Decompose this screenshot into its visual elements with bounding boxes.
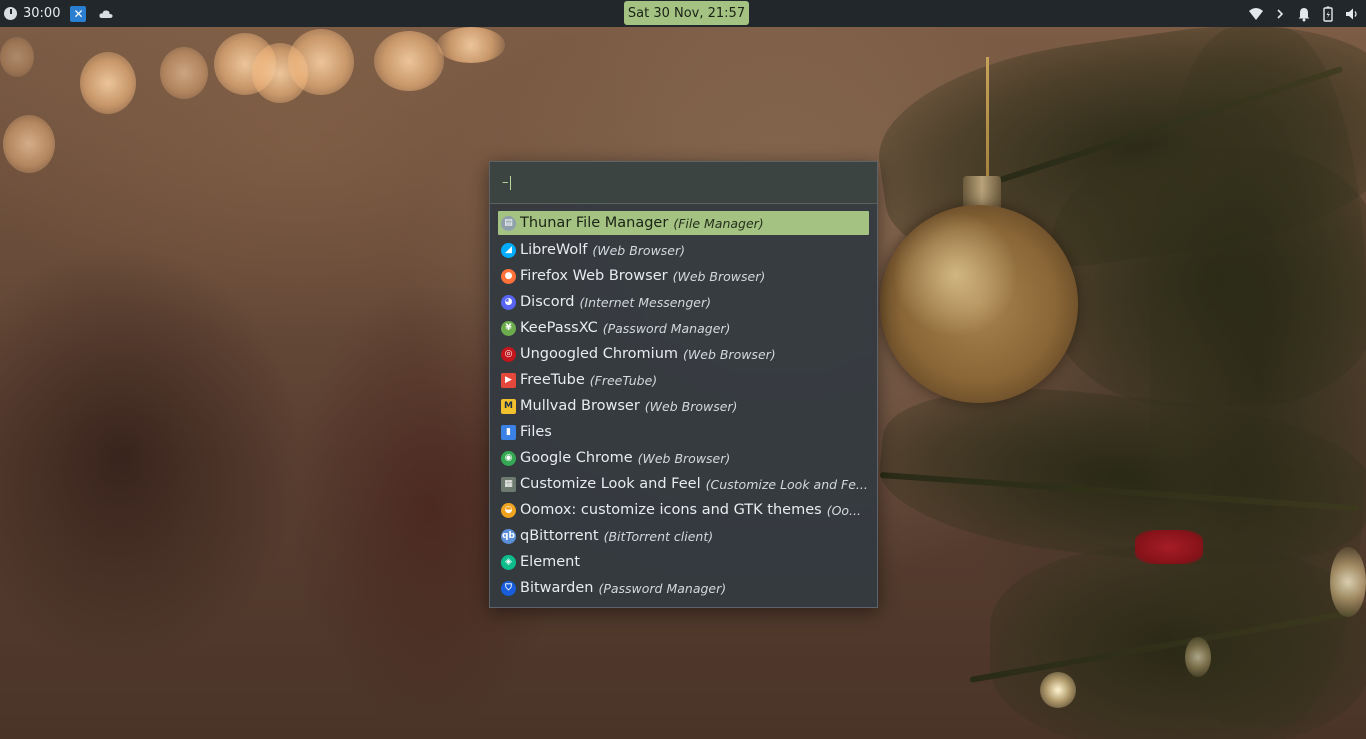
launcher-item-category: (File Manager) [673,215,764,231]
cloud-icon[interactable] [98,6,114,22]
customize-icon: ▦ [501,476,516,492]
oomox-icon: ◒ [501,502,516,518]
chevron-right-icon[interactable] [1272,6,1288,22]
launcher-item-name: Customize Look and Feel [520,476,701,492]
launcher-item[interactable]: qb qBittorrent (BitTorrent client) [498,523,869,549]
launcher-item[interactable]: ▮ Files [498,419,869,445]
tree-branch [1150,27,1366,727]
launcher-item-name: Files [520,424,552,440]
xfce-icon[interactable]: ✕ [70,5,87,22]
bokeh-light [3,115,55,173]
launcher-results-list: ▤ Thunar File Manager (File Manager) ◢ Libre… [498,211,869,601]
bitwarden-icon: ⛉ [501,580,516,596]
launcher-item-category: (Customize Look and Fe... [705,476,868,492]
launcher-search-input[interactable] [512,175,853,190]
launcher-item[interactable]: ▦ Customize Look and Feel (Customize Look … [498,471,869,497]
bell-icon[interactable] [1296,6,1312,22]
element-icon: ◈ [501,554,516,570]
launcher-item-category: (Password Manager) [602,320,731,336]
ungoogled-chromium-icon: ◎ [501,346,516,362]
launcher-item-category: (FreeTube) [589,372,658,388]
top-panel: 30:00 ✕ Sat 30 Nov, 21:57 [0,0,1366,27]
launcher-item[interactable]: ◒ Oomox: customize icons and GTK themes (O… [498,497,869,523]
clock-icon[interactable] [4,7,17,20]
launcher-item-name: Discord [520,294,575,310]
bokeh-light [288,29,354,95]
launcher-item-name: Thunar File Manager [520,215,669,231]
bokeh-light [160,47,208,99]
launcher-item-name: Firefox Web Browser [520,268,668,284]
launcher-item-category: (Web Browser) [592,242,686,258]
gold-ornament [880,205,1078,403]
launcher-item[interactable]: ⛉ Bitwarden (Password Manager) [498,575,869,601]
launcher-item-name: Ungoogled Chromium [520,346,679,362]
wifi-icon[interactable] [1248,6,1264,22]
launcher-item-category: (BitTorrent client) [603,528,714,544]
launcher-item[interactable]: ● Firefox Web Browser (Web Browser) [498,263,869,289]
launcher-item-category: (Web Browser) [644,398,738,414]
launcher-item[interactable]: ◕ Discord (Internet Messenger) [498,289,869,315]
launcher-item[interactable]: M Mullvad Browser (Web Browser) [498,393,869,419]
launcher-item-category: (Password Manager) [598,580,727,596]
launcher-item-name: Google Chrome [520,450,633,466]
text-caret [509,175,511,190]
string-light [1330,547,1366,617]
launcher-item-name: Bitwarden [520,580,594,596]
panel-right-area [1240,0,1360,27]
bokeh-light [437,27,505,63]
qbittorrent-icon: qb [501,528,516,544]
battery-icon[interactable] [1320,6,1336,22]
keepassxc-icon: ¥ [501,320,516,336]
string-light [1185,637,1211,677]
launcher-item[interactable]: ◉ Google Chrome (Web Browser) [498,445,869,471]
mullvad-icon: M [501,398,516,414]
firefox-icon: ● [501,268,516,284]
launcher-item[interactable]: ◈ Element [498,549,869,575]
launcher-item-name: LibreWolf [520,242,588,258]
search-prompt: – [502,175,509,190]
launcher-item[interactable]: ▶ FreeTube (FreeTube) [498,367,869,393]
launcher-item-category: (Web Browser) [672,268,766,284]
launcher-item[interactable]: ▤ Thunar File Manager (File Manager) [498,211,869,235]
launcher-item[interactable]: ◎ Ungoogled Chromium (Web Browser) [498,341,869,367]
librewolf-icon: ◢ [501,242,516,258]
freetube-icon: ▶ [501,372,516,388]
string-light [1040,672,1076,708]
launcher-item-category: (Web Browser) [637,450,731,466]
panel-left-area: 30:00 ✕ [4,0,118,27]
launcher-item-category: (Web Browser) [683,346,776,362]
launcher-item-name: KeePassXC [520,320,598,336]
launcher-item-name: Mullvad Browser [520,398,640,414]
files-icon: ▮ [501,424,516,440]
thunar-icon: ▤ [501,215,516,231]
launcher-item-category: (Oo... [826,502,861,518]
launcher-item[interactable]: ◢ LibreWolf (Web Browser) [498,237,869,263]
launcher-item-category: (Internet Messenger) [579,294,711,310]
red-bow [1135,530,1203,564]
launcher-search-bar[interactable]: – [490,162,877,204]
bokeh-light [374,31,444,91]
launcher-item-name: FreeTube [520,372,585,388]
launcher-item-name: Oomox: customize icons and GTK themes [520,502,822,518]
timer-label[interactable]: 30:00 [23,6,60,21]
launcher-item-name: Element [520,554,581,570]
bokeh-light [0,37,34,77]
launcher-item-name: qBittorrent [520,528,599,544]
bokeh-light [80,52,136,114]
chrome-icon: ◉ [501,450,516,466]
launcher-item[interactable]: ¥ KeePassXC (Password Manager) [498,315,869,341]
app-launcher: – ▤ Thunar File Manager (File Manager) ◢ Lib… [489,161,878,608]
volume-icon[interactable] [1344,6,1360,22]
discord-icon: ◕ [501,294,516,310]
datetime-button[interactable]: Sat 30 Nov, 21:57 [624,1,749,25]
